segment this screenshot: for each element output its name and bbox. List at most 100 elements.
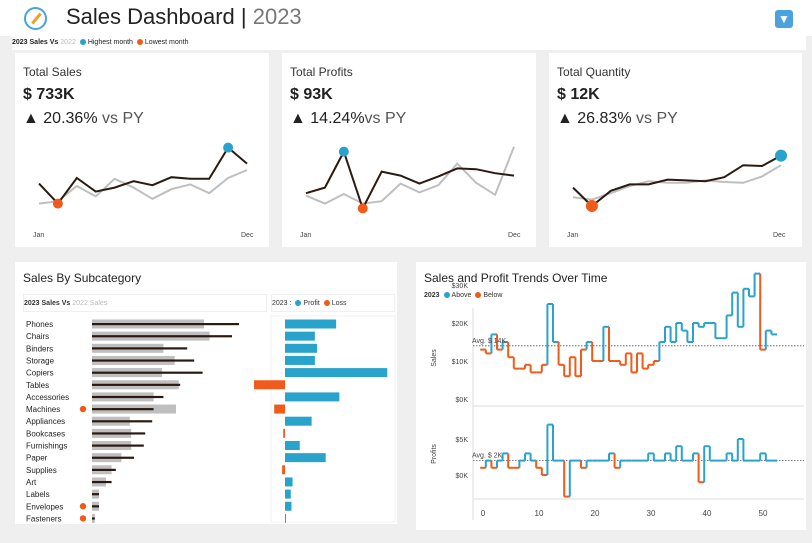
cy-sales-bar <box>92 432 146 435</box>
profit-axis-label: Profits <box>431 444 438 464</box>
highest-month-marker <box>338 146 349 157</box>
category-label: Appliances <box>26 417 65 426</box>
highest-month-marker <box>775 149 787 162</box>
cy-sales-bar <box>92 493 99 496</box>
cy-sales-bar <box>92 347 188 350</box>
sales-axis-label: Sales <box>431 349 438 367</box>
cy-sales-bar <box>92 468 116 471</box>
cy-sales-bar <box>92 371 203 374</box>
category-label: Copiers <box>26 369 54 378</box>
filter-icon[interactable]: ▼ <box>775 10 793 28</box>
category-label: Chairs <box>26 332 49 341</box>
loss-bar <box>274 404 285 414</box>
kpi-card-profits: Total Profits $ 93K ▲ 14.24%vs PY Jan Dec <box>282 53 536 247</box>
highest-dot-icon <box>79 39 86 46</box>
profits-sparkline: Jan Dec <box>300 146 521 239</box>
profit-bar <box>285 392 340 402</box>
lowest-marker <box>79 405 87 413</box>
cy-sales-bar <box>92 383 181 386</box>
profit-bar <box>285 368 388 378</box>
profit-bar <box>285 477 293 487</box>
category-label: Envelopes <box>26 502 63 511</box>
compass-icon[interactable] <box>24 7 47 30</box>
profit-bar <box>285 319 337 329</box>
current-year-line <box>38 146 248 206</box>
x-tick-label: 0 <box>481 509 486 518</box>
category-label: Accessories <box>26 393 69 402</box>
x-tick-label: Dec <box>241 232 254 239</box>
cy-sales-bar <box>92 335 232 338</box>
profit-bar <box>285 355 315 365</box>
previous-year-line <box>572 164 782 201</box>
category-label: Binders <box>26 344 53 353</box>
previous-year-line <box>305 146 515 205</box>
subcategory-panel: Sales By Subcategory 2023 Sales Vs 2022 … <box>15 262 397 524</box>
sales-tick-label: $30K <box>452 283 469 290</box>
category-label: Phones <box>26 320 53 329</box>
category-label: Bookcases <box>26 429 65 438</box>
lowest-month-marker <box>52 198 63 209</box>
cy-sales-bar <box>92 480 112 484</box>
sales-tick-label: $10K <box>452 359 469 366</box>
category-label: Supplies <box>26 466 57 475</box>
x-tick-label: 20 <box>591 509 600 518</box>
profit-bar <box>285 441 300 450</box>
cy-sales-bar <box>92 505 99 508</box>
category-label: Fasteners <box>26 514 62 523</box>
category-label: Paper <box>26 454 48 463</box>
trend-panel: Sales and Profit Trends Over Time 2023 A… <box>416 262 806 530</box>
loss-bar <box>283 428 285 438</box>
cy-sales-bar <box>92 408 154 411</box>
lowest-dot-icon <box>136 39 143 46</box>
x-tick-label: Jan <box>33 232 44 239</box>
trend-chart: $30K $20K $10K $0K $5K $0K Avg. $ 14K Avg. $ 2K… <box>431 272 804 520</box>
cy-sales-bar <box>92 395 164 399</box>
profit-tick-label: $5K <box>456 437 469 444</box>
profit-tick-label: $0K <box>456 473 469 480</box>
x-tick-label: 30 <box>647 509 656 518</box>
x-tick-label: 40 <box>703 509 712 518</box>
lowest-marker <box>79 515 87 522</box>
cy-sales-bar <box>92 517 95 520</box>
kpi-card-sales: Total Sales $ 733K ▲ 20.36% vs PY Jan Dec <box>15 53 269 247</box>
kpi-card-quantity: Total Quantity $ 12K ▲ 26.83% vs PY Jan D… <box>549 53 802 247</box>
subcategory-chart: Phones Chairs Binders Storage Copiers Tables A… <box>26 315 396 523</box>
current-year-line <box>305 149 515 211</box>
cy-sales-bar <box>92 359 195 362</box>
profit-bar <box>285 489 291 499</box>
x-tick-label: Jan <box>567 232 578 239</box>
quantity-sparkline: Jan Dec <box>567 149 787 239</box>
cy-sales-bar <box>92 444 144 447</box>
profit-bar <box>285 416 312 426</box>
profit-average-label: Avg. $ 2K <box>472 453 503 460</box>
category-label: Tables <box>26 381 49 390</box>
legend-bar: 2023 Sales Vs 2022 Highest month Lowest … <box>12 36 806 50</box>
category-label: Art <box>26 478 37 487</box>
lowest-month-marker <box>357 203 368 214</box>
cy-sales-bar <box>92 420 153 423</box>
loss-bar <box>254 380 285 390</box>
profit-bar <box>285 501 292 511</box>
sales-tick-label: $20K <box>452 321 469 328</box>
loss-bar <box>282 465 285 475</box>
category-label: Storage <box>26 356 55 365</box>
cy-sales-bar <box>92 456 134 459</box>
profit-bar <box>285 453 326 463</box>
lowest-month-marker <box>585 200 598 212</box>
dashboard-header: Sales Dashboard | 2023 ▼ <box>0 0 812 36</box>
cy-sales-bar <box>92 323 239 326</box>
sales-tick-label: $0K <box>456 397 469 404</box>
sales-average-label: Avg. $ 14K <box>472 338 506 345</box>
page-title: Sales Dashboard | 2023 <box>66 4 302 29</box>
highest-month-marker <box>223 142 234 153</box>
category-label: Furnishings <box>26 442 67 451</box>
x-tick-label: Dec <box>508 232 521 239</box>
category-label: Labels <box>26 490 50 499</box>
x-tick-label: Jan <box>300 232 311 239</box>
profit-bar <box>285 331 315 341</box>
x-tick-label: Dec <box>773 232 786 239</box>
x-tick-label: 10 <box>535 509 544 518</box>
lowest-marker <box>79 503 87 510</box>
profit-bar <box>285 343 318 353</box>
x-tick-label: 50 <box>759 509 768 518</box>
